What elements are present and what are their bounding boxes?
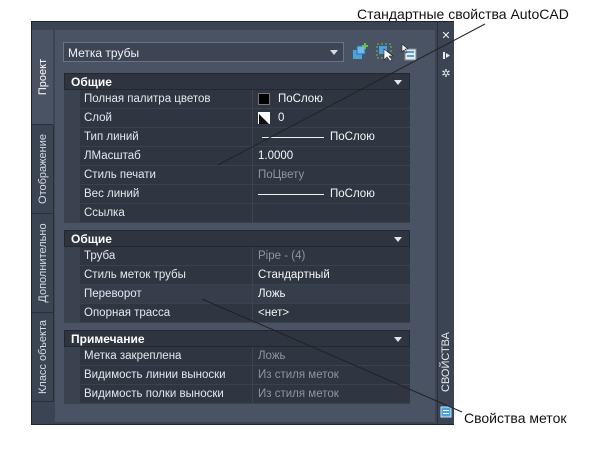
- settings-icon[interactable]: ✲: [440, 68, 452, 80]
- quick-properties-icon[interactable]: [440, 406, 452, 418]
- property-row-label-style[interactable]: Стиль меток трубы Стандартный: [64, 266, 410, 285]
- add-style-button[interactable]: [351, 42, 371, 62]
- tab-project[interactable]: Проект: [32, 30, 53, 125]
- collapse-icon: [394, 80, 402, 85]
- pick-add-icon: [401, 43, 417, 61]
- property-row-plotstyle[interactable]: Стиль печати ПоЦвету: [64, 166, 410, 185]
- chevron-down-icon: [330, 50, 338, 55]
- property-row-lineweight[interactable]: Вес линий ПоСлою: [64, 185, 410, 204]
- property-row-pipe[interactable]: Труба Pipe - (4): [64, 247, 410, 266]
- tab-extended[interactable]: Дополнительно: [32, 214, 54, 313]
- group-header[interactable]: Общие: [64, 230, 410, 247]
- property-row-ltscale[interactable]: ЛМасштаб 1.0000: [64, 147, 410, 166]
- property-group-general: Общие Полная палитра цветов ПоСлою Слой …: [64, 73, 410, 223]
- tab-object-class[interactable]: Класс объекта: [32, 313, 54, 402]
- tab-display[interactable]: Отображение: [32, 125, 54, 214]
- select-objects-icon: [376, 43, 394, 62]
- property-row-flip[interactable]: Переворот Ложь: [64, 285, 410, 304]
- property-row-reference-alignment[interactable]: Опорная трасса <нет>: [64, 304, 410, 323]
- group-header[interactable]: Примечание: [64, 330, 410, 347]
- property-group-label-general: Общие Труба Pipe - (4) Стиль меток трубы…: [64, 230, 410, 323]
- object-type-value: Метка трубы: [68, 46, 140, 60]
- property-group-label: Примечание Метка закреплена Ложь Видимос…: [64, 330, 410, 404]
- property-row-hyperlink[interactable]: Ссылка: [64, 204, 410, 223]
- property-row-tail-visibility[interactable]: Видимость полки выноски Из стиля меток: [64, 385, 410, 404]
- collapse-icon: [394, 337, 402, 342]
- layer-icon: [258, 112, 270, 124]
- property-row-label-pinned[interactable]: Метка закреплена Ложь: [64, 347, 410, 366]
- palette-title-bar[interactable]: ✕ ✲ СВОЙСТВА: [437, 22, 454, 424]
- palette-title: СВОЙСТВА: [440, 332, 452, 392]
- select-objects-button[interactable]: [375, 42, 395, 62]
- object-type-dropdown[interactable]: Метка трубы: [63, 42, 344, 62]
- auto-hide-icon[interactable]: [440, 49, 452, 61]
- property-row-color[interactable]: Полная палитра цветов ПоСлою: [64, 90, 410, 109]
- add-style-icon: [353, 43, 368, 59]
- property-row-layer[interactable]: Слой 0: [64, 109, 410, 128]
- annotation-standard-properties: Стандартные свойства AutoCAD: [357, 6, 569, 22]
- linetype-preview: [262, 137, 324, 138]
- close-icon[interactable]: ✕: [440, 30, 452, 42]
- pick-add-button[interactable]: [399, 42, 419, 62]
- properties-palette: Проект Отображение Дополнительно Класс о…: [31, 21, 454, 425]
- property-row-linetype[interactable]: Тип линий ПоСлою: [64, 128, 410, 147]
- annotation-label-properties: Свойства меток: [464, 410, 567, 426]
- collapse-icon: [394, 237, 402, 242]
- color-swatch-icon: [258, 93, 270, 105]
- property-row-leader-visibility[interactable]: Видимость линии выноски Из стиля меток: [64, 366, 410, 385]
- lineweight-preview: [258, 194, 324, 195]
- group-header[interactable]: Общие: [64, 73, 410, 90]
- properties-main: Метка трубы Общие Полная палитра цветов …: [55, 30, 435, 422]
